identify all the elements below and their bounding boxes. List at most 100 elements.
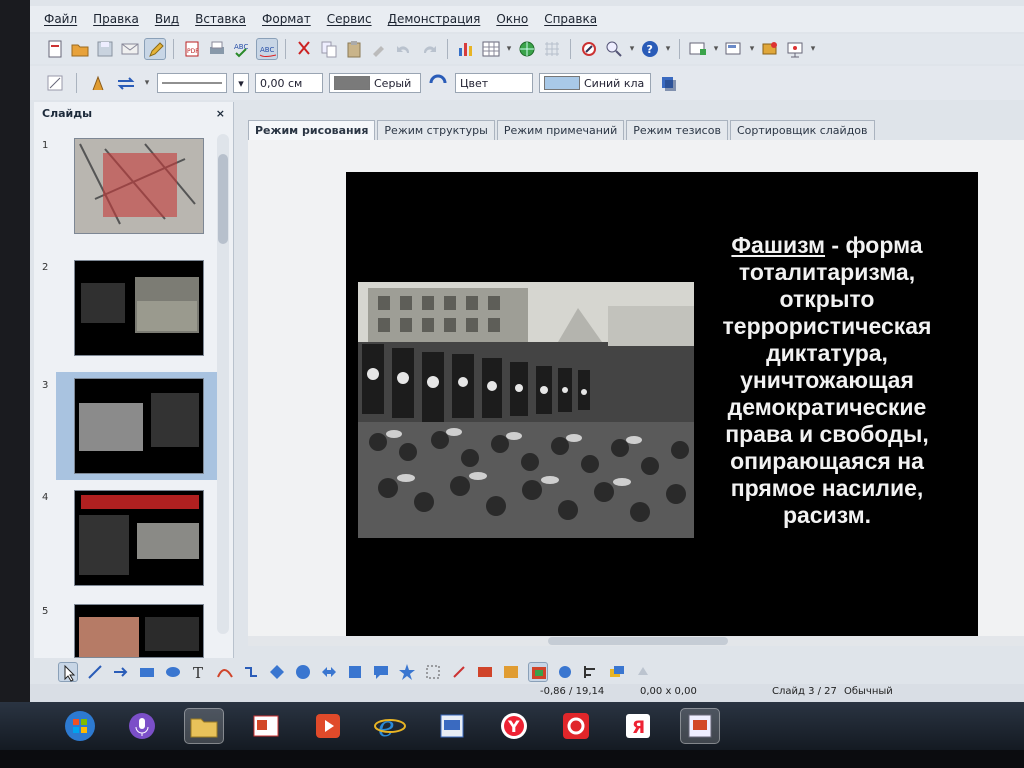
line-color-select[interactable]: Серый <box>329 73 421 93</box>
yandex-browser-icon[interactable]: Y <box>494 708 534 744</box>
rectangle-tool-icon[interactable] <box>138 663 156 681</box>
line-tool-icon[interactable] <box>86 663 104 681</box>
current-slide[interactable]: Фашизм - форма тоталитаризма, открыто те… <box>346 172 978 640</box>
tab-slide-sorter[interactable]: Сортировщик слайдов <box>729 120 875 140</box>
slides-scrollbar-thumb[interactable] <box>218 154 228 244</box>
menu-edit[interactable]: Правка <box>85 12 147 26</box>
line-style-dropdown[interactable]: ▾ <box>233 73 249 93</box>
slides-scrollbar[interactable] <box>217 134 229 634</box>
slideshow-dropdown-icon[interactable]: ▾ <box>809 44 817 54</box>
yandex-icon[interactable]: Я <box>618 708 658 744</box>
opera-browser-icon[interactable] <box>556 708 596 744</box>
block-arrows-icon[interactable] <box>320 663 338 681</box>
from-file-icon[interactable] <box>502 663 520 681</box>
text-tool-icon[interactable]: T <box>190 663 208 682</box>
slide-thumbnail-row-4[interactable]: 4 <box>34 490 214 586</box>
tab-normal[interactable]: Режим рисования <box>248 120 376 140</box>
menu-file[interactable]: Файл <box>36 12 85 26</box>
windows-start-icon[interactable] <box>60 708 100 744</box>
grid-icon[interactable] <box>541 38 563 60</box>
menu-insert[interactable]: Вставка <box>187 12 254 26</box>
save-icon[interactable] <box>94 38 116 60</box>
fill-color-select[interactable]: Синий кла <box>539 73 651 93</box>
flowchart-icon[interactable] <box>346 663 364 681</box>
microphone-app-icon[interactable] <box>122 708 162 744</box>
show-draw-functions-icon[interactable] <box>578 38 600 60</box>
tab-handout[interactable]: Режим тезисов <box>626 120 728 140</box>
table-dropdown-icon[interactable]: ▾ <box>505 44 513 54</box>
glue-points-icon[interactable] <box>450 663 468 681</box>
menu-tools[interactable]: Сервис <box>319 12 380 26</box>
internet-explorer-icon[interactable]: e <box>370 708 410 744</box>
align-icon[interactable] <box>582 663 600 681</box>
zoom-icon[interactable] <box>603 38 625 60</box>
slide-thumbnail-4[interactable] <box>74 490 204 586</box>
basic-shapes-icon[interactable] <box>268 663 286 681</box>
media-player-icon[interactable] <box>308 708 348 744</box>
remote-desktop-icon[interactable] <box>680 708 720 744</box>
design-dropdown-icon[interactable]: ▾ <box>748 44 756 54</box>
send-email-icon[interactable] <box>119 38 141 60</box>
navigator-globe-icon[interactable] <box>516 38 538 60</box>
connector-tool-icon[interactable] <box>242 663 260 681</box>
extrusion-icon[interactable] <box>634 663 652 681</box>
slide-thumbnail-row-5[interactable]: 5 <box>34 604 214 658</box>
cut-icon[interactable] <box>293 38 315 60</box>
menu-view[interactable]: Вид <box>147 12 187 26</box>
open-folder-icon[interactable] <box>69 38 91 60</box>
insert-table-icon[interactable] <box>480 38 502 60</box>
tab-notes[interactable]: Режим примечаний <box>496 120 625 140</box>
menu-help[interactable]: Справка <box>536 12 605 26</box>
slide-thumbnail-row-1[interactable]: 1 <box>34 138 214 234</box>
fontwork-icon[interactable] <box>476 663 494 681</box>
line-style-icon[interactable] <box>87 72 109 94</box>
slide-design-icon[interactable] <box>723 38 745 60</box>
arrange-icon[interactable] <box>608 663 626 681</box>
ellipse-tool-icon[interactable] <box>164 663 182 681</box>
slide-thumbnail-5[interactable] <box>74 604 204 658</box>
new-slide-icon[interactable] <box>759 38 781 60</box>
edit-area-horizontal-scrollbar[interactable] <box>248 636 1024 646</box>
gallery-icon[interactable] <box>528 662 548 682</box>
arrow-style-dropdown-icon[interactable]: ▾ <box>143 78 151 88</box>
zoom-dropdown-icon[interactable]: ▾ <box>628 44 636 54</box>
edit-file-icon[interactable] <box>144 38 166 60</box>
slide-photo-parade[interactable] <box>358 282 694 538</box>
print-icon[interactable] <box>206 38 228 60</box>
area-style-icon[interactable] <box>427 72 449 94</box>
new-document-icon[interactable] <box>44 38 66 60</box>
arrow-style-icon[interactable] <box>115 72 137 94</box>
redo-icon[interactable] <box>418 38 440 60</box>
slide-layout-icon[interactable] <box>687 38 709 60</box>
slides-pane-close-button[interactable]: × <box>216 107 225 120</box>
points-icon[interactable] <box>424 663 442 681</box>
clone-formatting-icon[interactable] <box>368 38 390 60</box>
tab-outline[interactable]: Режим структуры <box>377 120 495 140</box>
slide-thumbnail-row-2[interactable]: 2 <box>34 260 214 356</box>
symbol-shapes-icon[interactable] <box>294 663 312 681</box>
menu-window[interactable]: Окно <box>488 12 536 26</box>
line-width-spinbox[interactable]: 0,00 см <box>255 73 323 93</box>
spellcheck-icon[interactable]: ABC <box>231 38 253 60</box>
slide-definition-text[interactable]: Фашизм - форма тоталитаризма, открыто те… <box>696 232 958 529</box>
paste-icon[interactable] <box>343 38 365 60</box>
curve-tool-icon[interactable] <box>216 663 234 681</box>
rotate-icon[interactable] <box>556 663 574 681</box>
undo-icon[interactable] <box>393 38 415 60</box>
area-style-select[interactable]: Цвет <box>455 73 533 93</box>
menu-format[interactable]: Формат <box>254 12 319 26</box>
presentation-app-icon[interactable] <box>246 708 286 744</box>
edit-points-icon[interactable] <box>44 72 66 94</box>
insert-chart-icon[interactable] <box>455 38 477 60</box>
slide-thumbnail-2[interactable] <box>74 260 204 356</box>
file-explorer-icon[interactable] <box>184 708 224 744</box>
arrow-line-tool-icon[interactable] <box>112 663 130 681</box>
layout-dropdown-icon[interactable]: ▾ <box>712 44 720 54</box>
impress-icon[interactable] <box>432 708 472 744</box>
shadow-icon[interactable] <box>657 72 679 94</box>
stars-icon[interactable] <box>398 663 416 681</box>
export-pdf-icon[interactable]: PDF <box>181 38 203 60</box>
line-style-select[interactable] <box>157 73 227 93</box>
copy-icon[interactable] <box>318 38 340 60</box>
autospellcheck-icon[interactable]: ABC <box>256 38 278 60</box>
